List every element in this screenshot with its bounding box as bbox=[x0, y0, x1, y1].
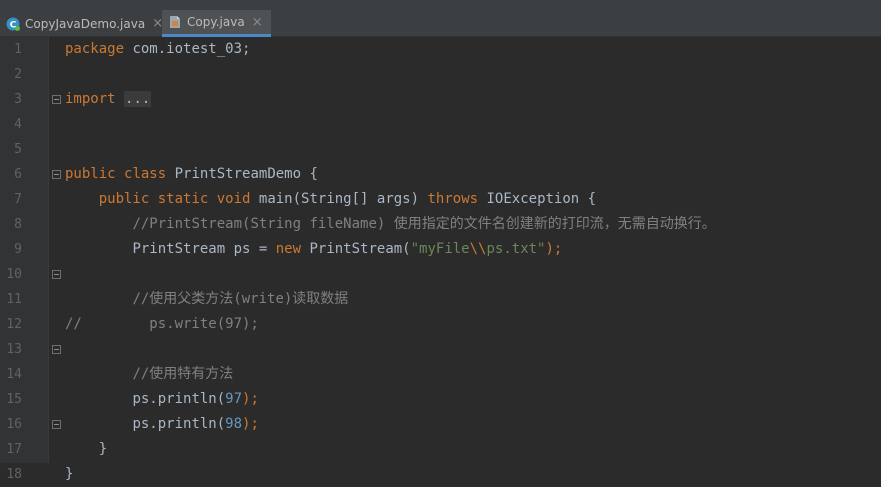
line-number: 8 bbox=[14, 217, 22, 232]
code-line-17: } bbox=[65, 437, 107, 462]
line-number: 12 bbox=[6, 317, 22, 332]
line-number: 7 bbox=[14, 192, 22, 207]
line-number-gutter: 1 2 3 4 5 6 7 8 9 10 11 12 13 14 15 16 1… bbox=[0, 37, 48, 482]
line-number: 5 bbox=[14, 142, 22, 157]
code-line-1: package com.iotest_03; bbox=[65, 37, 250, 62]
keyword: import bbox=[65, 91, 116, 107]
line-number: 6 bbox=[14, 167, 22, 182]
code-line-14: //使用特有方法 bbox=[65, 362, 233, 387]
code-punct: ); bbox=[242, 416, 259, 432]
keyword: public bbox=[98, 191, 150, 207]
number-literal: 98 bbox=[225, 416, 243, 432]
line-number: 11 bbox=[6, 292, 22, 307]
code-line-7: public static void main(String[] args) t… bbox=[65, 187, 596, 212]
code-editor[interactable]: 1 2 3 4 5 6 7 8 9 10 11 12 13 14 15 16 1… bbox=[0, 37, 881, 482]
tab-copy[interactable]: Copy.java × bbox=[162, 10, 271, 37]
line-number: 15 bbox=[6, 392, 22, 407]
comment: //PrintStream(String fileName) 使用指定的文件名创… bbox=[132, 216, 716, 232]
tab-copyjavademo[interactable]: C CopyJavaDemo.java × bbox=[0, 10, 163, 37]
java-class-icon: C bbox=[6, 17, 20, 31]
string-literal: ps.txt" bbox=[486, 241, 546, 257]
line-number: 2 bbox=[14, 67, 22, 82]
code-text: IOException { bbox=[478, 191, 597, 207]
code-text: PrintStreamDemo { bbox=[166, 166, 318, 182]
comment: //使用特有方法 bbox=[132, 366, 234, 382]
keyword: throws bbox=[427, 191, 479, 207]
editor-tab-bar: C CopyJavaDemo.java × Copy.java × bbox=[0, 0, 881, 37]
comment: //使用父类方法(write)读取数据 bbox=[132, 291, 349, 307]
line-number: 4 bbox=[14, 117, 22, 132]
code-text: ps.println( bbox=[132, 391, 226, 407]
comment: // ps.write(97); bbox=[65, 316, 259, 332]
tab-label: CopyJavaDemo.java bbox=[25, 16, 146, 31]
code-line-3: import ... bbox=[65, 87, 152, 112]
fold-marker-icon[interactable] bbox=[52, 170, 61, 179]
code-punct: ); bbox=[242, 391, 259, 407]
keyword: new bbox=[275, 241, 302, 257]
line-number: 3 bbox=[14, 92, 22, 107]
line-number: 10 bbox=[6, 267, 22, 282]
line-number: 17 bbox=[6, 442, 22, 457]
fold-marker-icon[interactable] bbox=[52, 270, 61, 279]
line-number: 14 bbox=[6, 367, 22, 382]
keyword: public bbox=[65, 166, 116, 182]
code-text: main(String[] args) bbox=[250, 191, 428, 207]
gutter-separator bbox=[48, 37, 49, 463]
code-line-8: //PrintStream(String fileName) 使用指定的文件名创… bbox=[65, 212, 716, 237]
code-text: PrintStream( bbox=[301, 241, 411, 257]
number-literal: 97 bbox=[225, 391, 243, 407]
code-text: PrintStream ps = bbox=[132, 241, 276, 257]
code-line-16: ps.println(98); bbox=[65, 412, 259, 437]
line-number: 13 bbox=[6, 342, 22, 357]
escape-sequence: \\ bbox=[469, 241, 487, 257]
code-line-18: } bbox=[65, 462, 73, 487]
code-text: } bbox=[98, 441, 108, 457]
code-punct: ); bbox=[545, 241, 563, 257]
string-literal: "myFile bbox=[410, 241, 470, 257]
code-line-12: // ps.write(97); bbox=[65, 312, 259, 337]
fold-marker-icon[interactable] bbox=[52, 420, 61, 429]
code-text: ps.println( bbox=[132, 416, 226, 432]
code-line-9: PrintStream ps = new PrintStream("myFile… bbox=[65, 237, 562, 262]
code-line-6: public class PrintStreamDemo { bbox=[65, 162, 318, 187]
code-line-15: ps.println(97); bbox=[65, 387, 259, 412]
java-file-icon bbox=[170, 16, 180, 28]
fold-marker-icon[interactable] bbox=[52, 345, 61, 354]
close-icon[interactable]: × bbox=[252, 16, 263, 29]
keyword: void bbox=[216, 191, 251, 207]
line-number: 18 bbox=[6, 467, 22, 482]
keyword: package bbox=[65, 41, 125, 57]
code-text: } bbox=[65, 466, 74, 482]
keyword: static bbox=[157, 191, 209, 207]
line-number: 16 bbox=[6, 417, 22, 432]
tab-label: Copy.java bbox=[187, 15, 245, 29]
code-text: com.iotest_03; bbox=[124, 41, 251, 57]
line-number: 9 bbox=[14, 242, 22, 257]
fold-marker-icon[interactable] bbox=[52, 95, 61, 104]
folded-imports[interactable]: ... bbox=[124, 91, 152, 107]
code-line-11: //使用父类方法(write)读取数据 bbox=[65, 287, 348, 312]
line-number: 1 bbox=[14, 42, 22, 57]
keyword: class bbox=[124, 166, 167, 182]
